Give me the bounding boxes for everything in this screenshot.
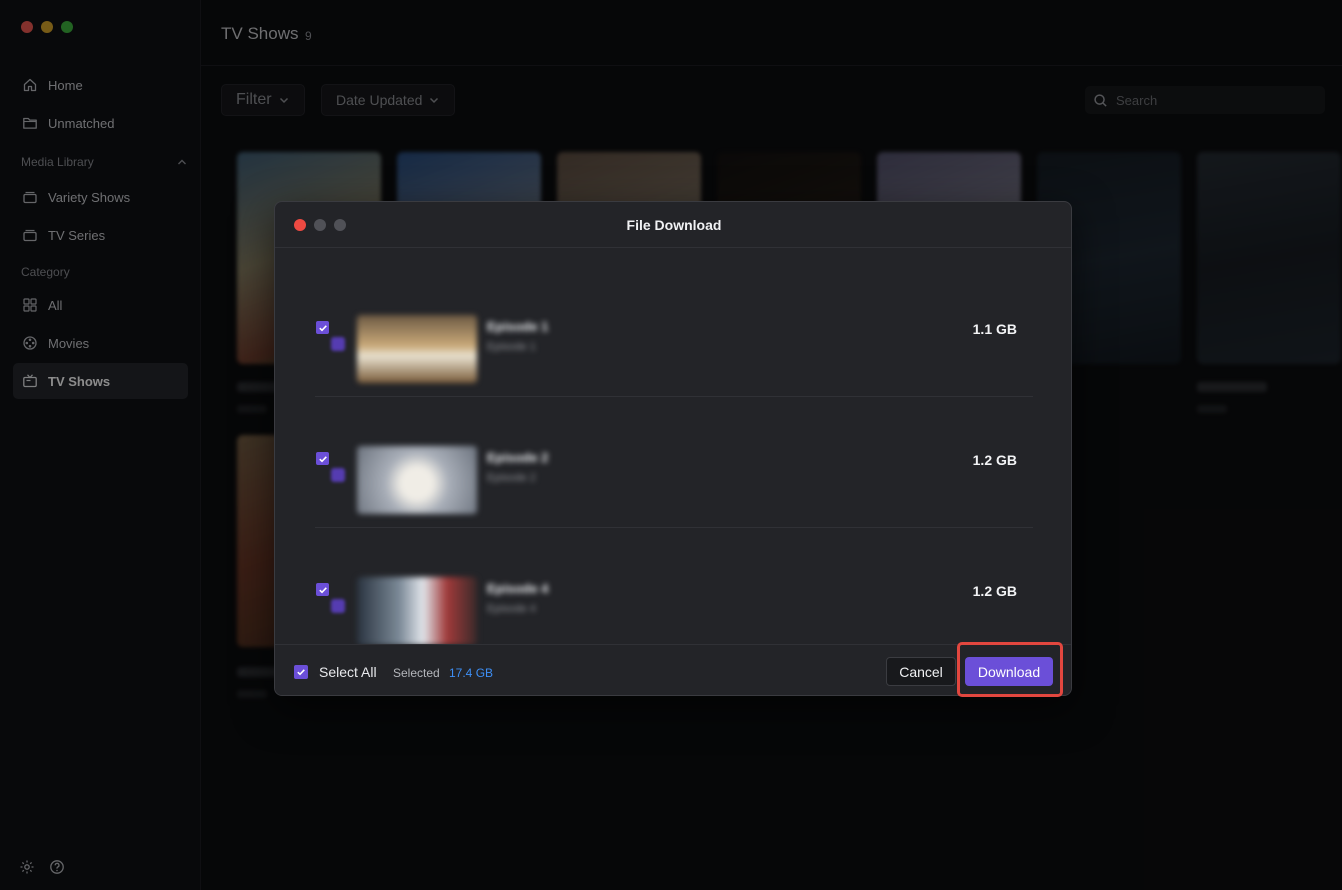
episode-checkbox[interactable] bbox=[316, 583, 329, 596]
dialog-header: File Download bbox=[275, 202, 1071, 248]
file-download-dialog: File Download Episode 1 Episode 1 1.1 GB… bbox=[274, 201, 1072, 696]
episode-checkbox[interactable] bbox=[316, 452, 329, 465]
episode-badge bbox=[331, 337, 345, 351]
episode-thumbnail bbox=[357, 446, 477, 514]
select-all-label: Select All bbox=[319, 664, 377, 680]
select-all-toggle[interactable]: Select All bbox=[294, 664, 377, 680]
cancel-button[interactable]: Cancel bbox=[886, 657, 956, 686]
episode-subtitle: Episode 1 bbox=[487, 341, 536, 353]
checkmark-icon bbox=[297, 669, 305, 676]
episode-thumbnail bbox=[357, 577, 477, 645]
episode-row[interactable]: Episode 1 Episode 1 1.1 GB bbox=[315, 266, 1033, 397]
episode-size: 1.1 GB bbox=[972, 321, 1017, 337]
episode-badge bbox=[331, 599, 345, 613]
episode-row[interactable]: Episode 4 Episode 4 1.2 GB bbox=[315, 528, 1033, 659]
download-button-highlight bbox=[957, 642, 1063, 697]
episode-title: Episode 4 bbox=[487, 581, 549, 596]
dialog-title: File Download bbox=[626, 217, 722, 233]
dialog-footer: Select All Selected 17.4 GB Cancel Downl… bbox=[275, 644, 1071, 695]
selected-label: Selected bbox=[393, 666, 440, 680]
checkmark-icon bbox=[318, 324, 327, 331]
checkmark-icon bbox=[318, 586, 327, 593]
episode-subtitle: Episode 4 bbox=[487, 603, 536, 615]
select-all-checkbox[interactable] bbox=[294, 665, 308, 679]
episode-checkbox[interactable] bbox=[316, 321, 329, 334]
episode-thumbnail bbox=[357, 315, 477, 383]
episode-title: Episode 1 bbox=[487, 319, 549, 334]
episode-title: Episode 2 bbox=[487, 450, 549, 465]
episode-size: 1.2 GB bbox=[972, 583, 1017, 599]
episode-row[interactable]: Episode 2 Episode 2 1.2 GB bbox=[315, 397, 1033, 528]
selected-size: 17.4 GB bbox=[449, 666, 494, 680]
episode-badge bbox=[331, 468, 345, 482]
episode-subtitle: Episode 2 bbox=[487, 472, 536, 484]
episode-size: 1.2 GB bbox=[972, 452, 1017, 468]
checkmark-icon bbox=[318, 455, 327, 462]
